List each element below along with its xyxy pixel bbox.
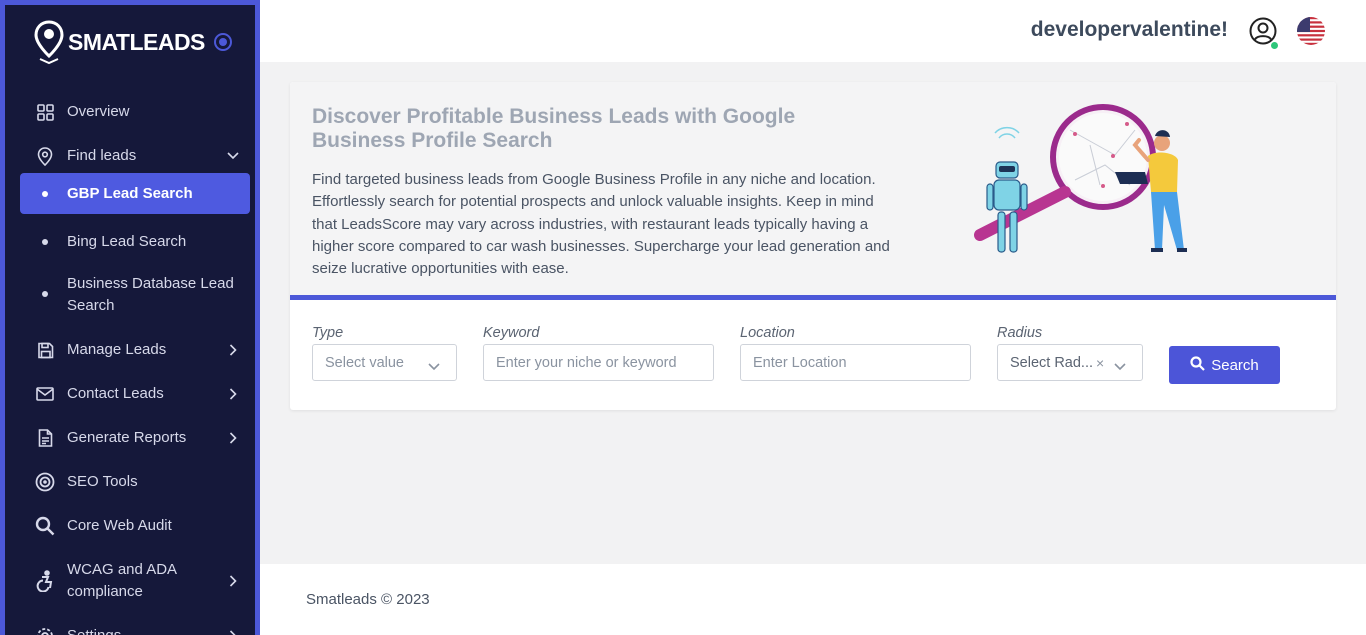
sidebar-subitem-business-database-lead-search[interactable]: Business Database Lead Search — [5, 273, 255, 317]
chevron-down-icon — [428, 359, 440, 375]
chevron-right-icon — [227, 388, 239, 400]
sidebar-item-label: Overview — [67, 103, 130, 120]
sidebar-subitem-gbp-lead-search[interactable]: GBP Lead Search — [20, 173, 250, 214]
sidebar-subitem-label: GBP Lead Search — [67, 185, 193, 202]
page-title: Discover Profitable Business Leads with … — [312, 105, 796, 152]
search-icon — [1190, 355, 1206, 375]
radius-label: Radius — [997, 325, 1043, 341]
sidebar-item-contact-leads[interactable]: Contact Leads — [5, 383, 255, 405]
sidebar-item-label: SEO Tools — [67, 473, 138, 490]
sidebar-item-overview[interactable]: Overview — [5, 101, 255, 123]
us-flag-icon[interactable] — [1297, 17, 1325, 45]
mail-icon — [35, 384, 55, 404]
hero-banner: Discover Profitable Business Leads with … — [290, 82, 1336, 300]
map-pin-icon — [35, 146, 55, 166]
type-select-value: Select value — [325, 355, 404, 371]
sidebar-toggle-button[interactable] — [214, 33, 232, 51]
sidebar-subitem-label: Business Database Lead Search — [67, 275, 234, 314]
sidebar-item-label: Contact Leads — [67, 385, 164, 402]
chevron-down-icon — [1114, 359, 1126, 375]
brand-logo[interactable]: SMATLEADS — [32, 19, 205, 65]
sidebar-item-wcag-ada-compliance[interactable]: WCAG and ADA compliance — [5, 559, 255, 603]
chevron-right-icon — [227, 344, 239, 356]
brand-name: SMATLEADS — [68, 28, 205, 55]
target-icon — [35, 472, 55, 492]
sidebar-item-label: WCAG and ADA compliance — [67, 561, 177, 600]
chevron-down-icon — [227, 150, 239, 162]
location-placeholder: Enter Location — [753, 355, 847, 371]
logo-pin-icon — [34, 20, 64, 65]
search-button-label: Search — [1211, 356, 1259, 374]
sidebar-item-core-web-audit[interactable]: Core Web Audit — [5, 515, 255, 537]
sidebar-subitem-label: Bing Lead Search — [67, 233, 187, 250]
bullet-icon — [42, 291, 48, 297]
sidebar: SMATLEADS Overview Find leads GBP Lead S… — [0, 0, 260, 635]
keyword-input[interactable]: Enter your niche or keyword — [483, 344, 714, 381]
sidebar-subitem-bing-lead-search[interactable]: Bing Lead Search — [5, 231, 255, 253]
sidebar-item-find-leads[interactable]: Find leads — [5, 145, 255, 167]
footer: Smatleads © 2023 — [260, 564, 1366, 635]
sidebar-item-generate-reports[interactable]: Generate Reports — [5, 427, 255, 449]
grid-icon — [35, 102, 55, 122]
username: developervalentine! — [1030, 18, 1228, 41]
chevron-right-icon — [227, 575, 239, 587]
sidebar-item-label: Generate Reports — [67, 429, 187, 446]
sidebar-item-label: Manage Leads — [67, 341, 167, 358]
clear-icon[interactable]: × — [1096, 355, 1104, 371]
sidebar-item-label: Find leads — [67, 147, 137, 164]
sidebar-item-seo-tools[interactable]: SEO Tools — [5, 471, 255, 493]
gbp-search-card: Discover Profitable Business Leads with … — [290, 82, 1336, 410]
keyword-placeholder: Enter your niche or keyword — [496, 355, 677, 371]
robot-magnifier-illustration — [974, 104, 1187, 253]
sidebar-item-settings[interactable]: Settings — [5, 625, 255, 635]
radius-select-value: Select Rad... — [1010, 355, 1094, 371]
bullet-icon — [42, 191, 48, 197]
chevron-right-icon — [227, 432, 239, 444]
save-icon — [35, 340, 55, 360]
keyword-label: Keyword — [483, 325, 540, 341]
location-input[interactable]: Enter Location — [740, 344, 971, 381]
bullet-icon — [42, 239, 48, 245]
radius-select[interactable]: Select Rad... × — [997, 344, 1143, 381]
sidebar-item-manage-leads[interactable]: Manage Leads — [5, 339, 255, 361]
type-select[interactable]: Select value — [312, 344, 457, 381]
type-label: Type — [312, 325, 344, 341]
copyright-text: Smatleads © 2023 — [306, 591, 430, 608]
sidebar-item-label: Settings — [67, 625, 121, 635]
top-bar: developervalentine! — [260, 0, 1366, 62]
sidebar-item-label: Core Web Audit — [67, 517, 172, 534]
online-status-indicator — [1270, 41, 1279, 50]
chevron-right-icon — [227, 630, 239, 635]
page-description: Find targeted business leads from Google… — [312, 171, 890, 278]
accessibility-icon — [35, 570, 55, 592]
search-icon — [35, 516, 55, 536]
document-icon — [35, 428, 55, 448]
settings-icon — [35, 626, 55, 635]
search-button[interactable]: Search — [1169, 346, 1280, 384]
location-label: Location — [740, 325, 795, 341]
